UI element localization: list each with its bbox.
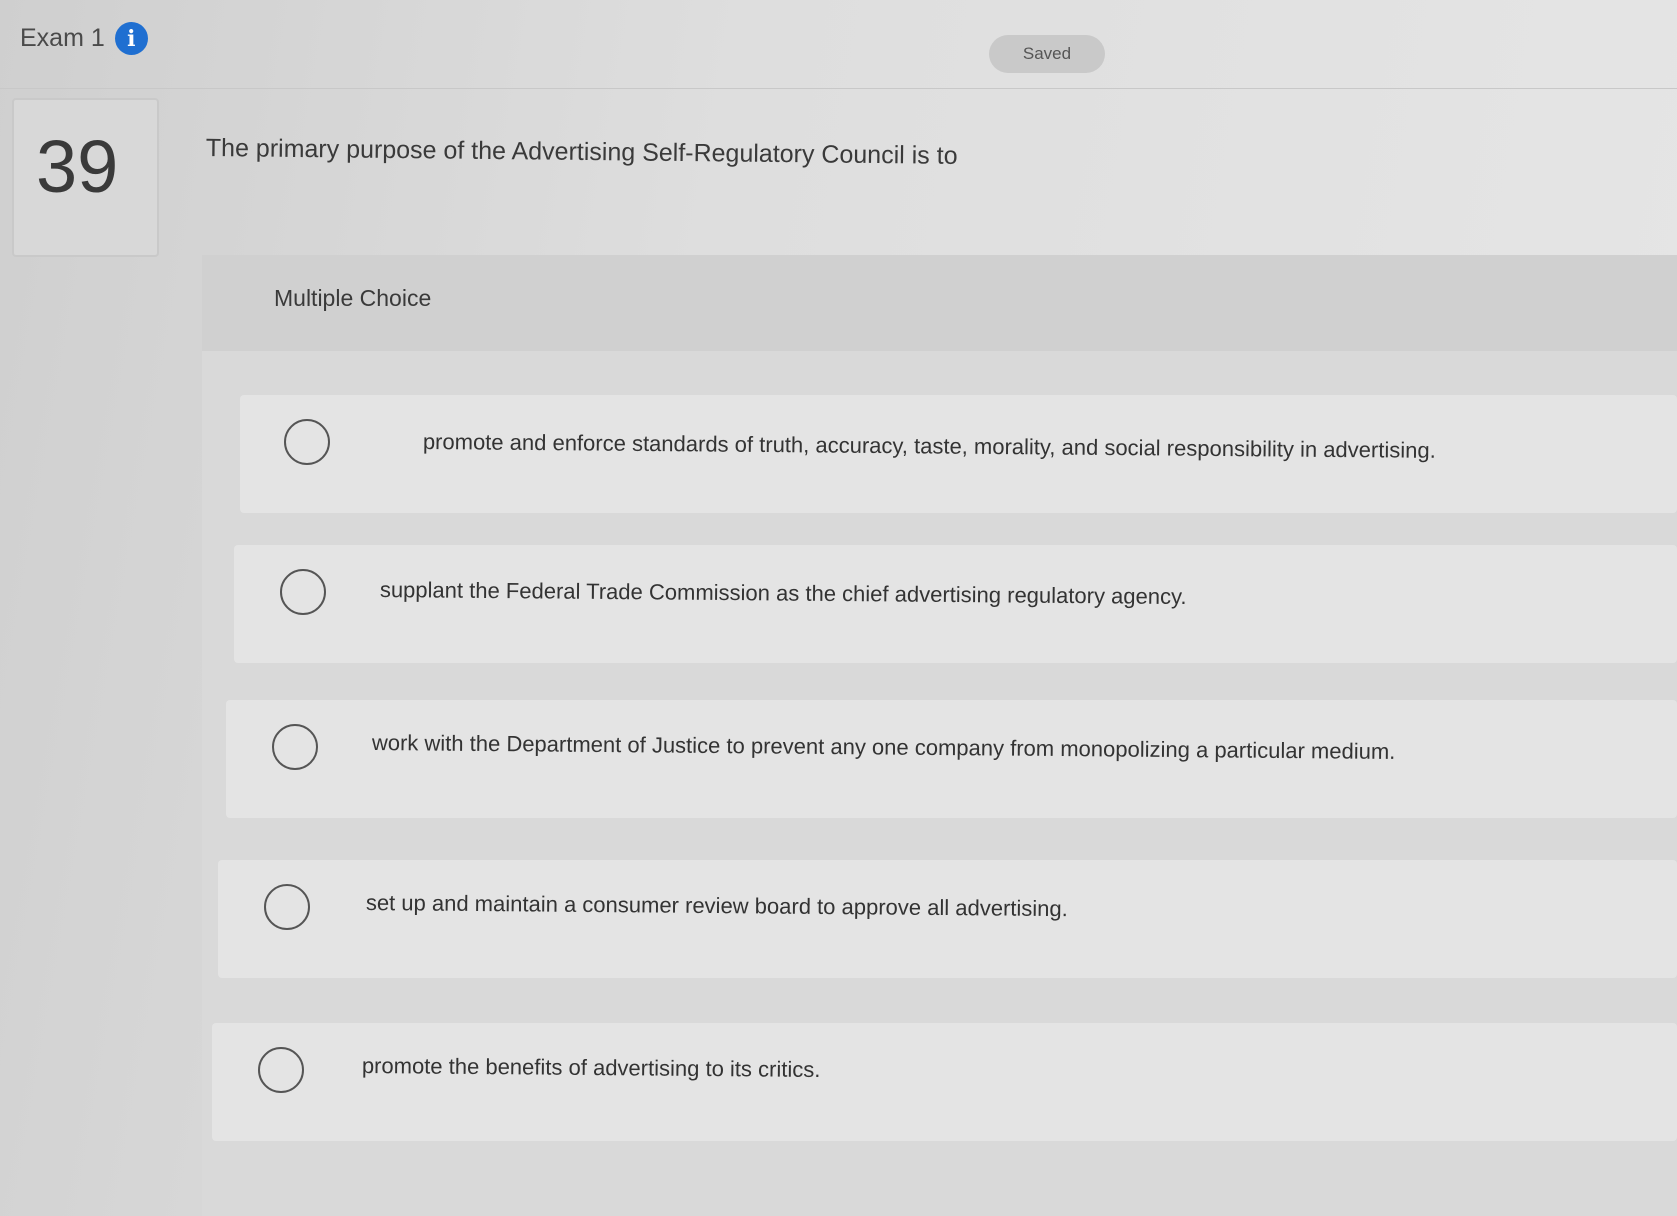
question-type-label: Multiple Choice [274,285,432,311]
answer-option-1[interactable]: promote and enforce standards of truth, … [240,395,1677,513]
radio-button-3[interactable] [272,724,318,770]
question-prompt: The primary purpose of the Advertising S… [205,134,958,170]
question-number: 39 [36,125,119,208]
answer-option-4[interactable]: set up and maintain a consumer review bo… [218,860,1677,978]
radio-button-1[interactable] [284,419,330,465]
radio-button-4[interactable] [264,884,310,930]
answer-option-text: promote and enforce standards of truth, … [422,429,1436,463]
exam-title-group: Exam 1 i [20,22,148,55]
answer-option-text: promote the benefits of advertising to i… [361,1053,821,1083]
answer-option-text: supplant the Federal Trade Commission as… [379,577,1187,610]
answer-option-5[interactable]: promote the benefits of advertising to i… [212,1023,1677,1141]
answer-option-text: work with the Department of Justice to p… [371,730,1396,764]
answer-option-3[interactable]: work with the Department of Justice to p… [226,700,1677,818]
exam-page: Exam 1 i Saved 39 The primary purpose of… [0,0,1677,1216]
multiple-choice-header: Multiple Choice [202,255,1677,351]
answer-option-2[interactable]: supplant the Federal Trade Commission as… [234,545,1677,663]
multiple-choice-panel: Multiple Choice promote and enforce stan… [202,255,1677,1216]
radio-button-5[interactable] [258,1047,304,1093]
top-bar: Exam 1 i Saved [0,0,1677,89]
radio-button-2[interactable] [280,569,326,615]
info-icon[interactable]: i [114,22,148,55]
question-number-box: 39 [12,98,159,257]
exam-title: Exam 1 [20,24,105,52]
answer-option-text: set up and maintain a consumer review bo… [365,890,1068,922]
saved-status-badge: Saved [989,35,1105,73]
